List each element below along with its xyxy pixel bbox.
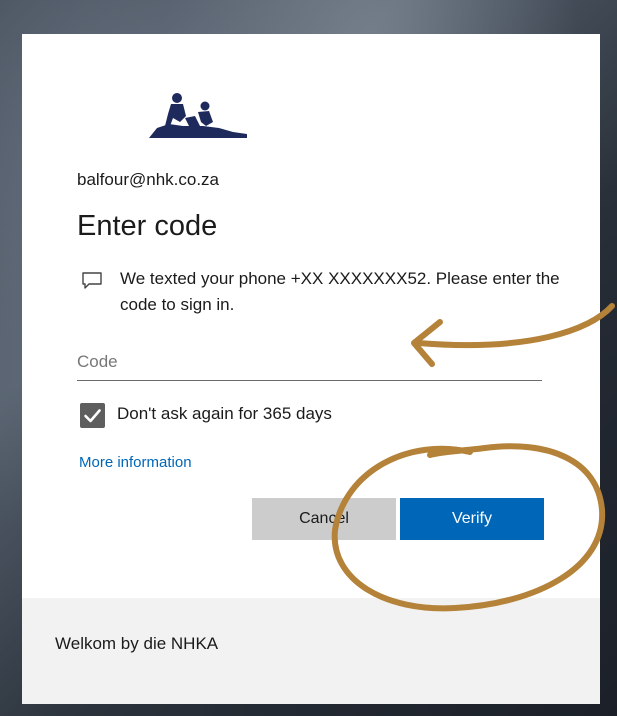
verify-button[interactable]: Verify [400, 498, 544, 540]
organization-logo [149, 93, 247, 138]
checkmark-icon [84, 409, 101, 423]
footer-text: Welkom by die NHKA [55, 634, 219, 653]
verification-message: We texted your phone +XX XXXXXXX52. Plea… [120, 269, 560, 314]
remember-checkbox[interactable] [80, 403, 105, 428]
sign-in-dialog: balfour@nhk.co.za Enter code We texted y… [22, 34, 600, 704]
code-input[interactable] [77, 343, 542, 381]
chat-bubble-icon [82, 272, 102, 289]
more-information-link[interactable]: More information [79, 454, 192, 471]
page-title: Enter code [77, 210, 218, 242]
footer: Welkom by die NHKA [22, 598, 600, 704]
remember-label: Don't ask again for 365 days [117, 404, 332, 423]
account-email: balfour@nhk.co.za [77, 170, 220, 189]
cancel-button[interactable]: Cancel [252, 498, 396, 540]
